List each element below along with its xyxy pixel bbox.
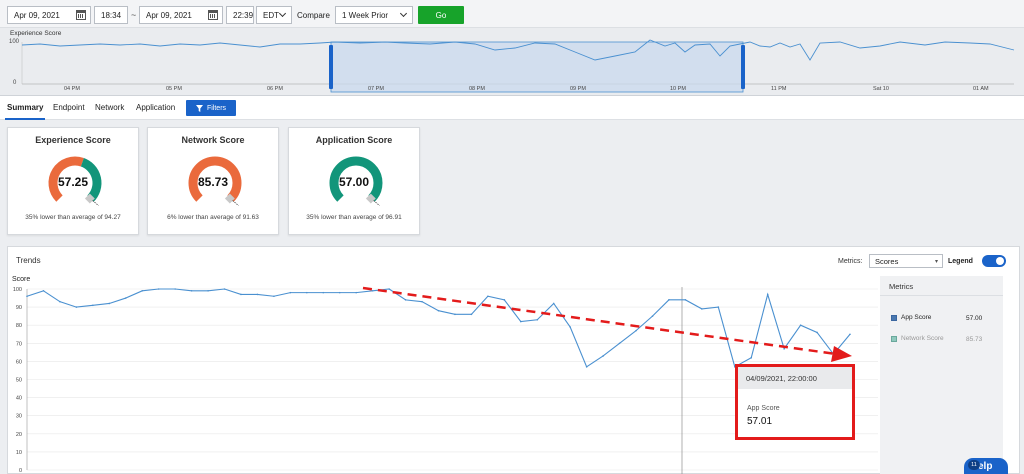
data-point: [338, 291, 341, 294]
data-point: [273, 295, 275, 298]
side-metric-app-score[interactable]: App Score: [891, 314, 931, 321]
data-point: [536, 318, 539, 321]
data-point: [256, 293, 259, 296]
side-metric-label: App Score: [901, 314, 932, 321]
data-point: [849, 333, 851, 336]
data-point: [388, 288, 390, 290]
chart-tooltip: 04/09/2021, 22:00:00 App Score 57.01: [735, 364, 855, 440]
data-point: [651, 315, 654, 317]
data-point: [26, 295, 28, 298]
trend-annotation-arrow-line: [362, 286, 837, 356]
y-tick-label: 60: [16, 359, 22, 365]
data-point: [668, 299, 670, 301]
timeline-tick: 01 AM: [973, 86, 989, 92]
legend-toggle[interactable]: [982, 255, 1006, 267]
legend-swatch: [891, 335, 897, 342]
data-point: [717, 306, 720, 308]
metrics-select[interactable]: Scores ▾: [869, 254, 943, 268]
data-point: [92, 304, 94, 307]
y-tick-label: 0: [19, 468, 22, 474]
data-point: [635, 329, 637, 332]
caret-down-icon: ▾: [934, 259, 938, 265]
side-metric-value: 57.00: [966, 315, 983, 322]
data-point: [355, 291, 358, 294]
y-tick-label: 80: [16, 323, 22, 329]
data-point: [124, 297, 127, 299]
data-point: [157, 288, 160, 290]
data-point: [585, 366, 588, 368]
data-point: [701, 308, 703, 310]
data-point: [75, 306, 78, 308]
data-point: [421, 300, 423, 303]
data-point: [306, 291, 308, 294]
trend-annotation-arrowhead: [831, 346, 852, 362]
metrics-side-panel: [880, 276, 1003, 474]
y-tick-label: 70: [16, 341, 22, 347]
data-point: [503, 299, 506, 301]
data-point: [816, 331, 818, 334]
data-point: [322, 291, 325, 294]
data-point: [470, 313, 473, 316]
legend-label: Legend: [948, 258, 973, 265]
data-point: [799, 324, 802, 327]
data-point: [223, 288, 226, 290]
data-point: [520, 320, 522, 323]
y-tick-label: 10: [16, 450, 22, 456]
side-metric-label: Network Score: [901, 335, 944, 342]
tooltip-label: App Score: [747, 405, 780, 412]
data-point: [783, 347, 785, 350]
tooltip-value: 57.01: [747, 416, 773, 427]
data-point: [454, 313, 456, 316]
data-point: [766, 293, 769, 296]
y-tick-label: 40: [16, 396, 22, 402]
data-point: [207, 290, 209, 292]
side-metric-value: 85.73: [966, 336, 983, 343]
data-point: [289, 291, 292, 294]
y-axis-ticks: 1009080706050403020100: [13, 287, 22, 474]
data-point: [371, 290, 374, 292]
data-point: [618, 342, 621, 345]
side-panel-title: Metrics: [880, 276, 1003, 296]
tooltip-timestamp: 04/09/2021, 22:00:00: [738, 367, 852, 389]
y-tick-label: 90: [16, 305, 22, 311]
data-point: [569, 326, 571, 328]
data-point: [240, 293, 242, 296]
data-point: [437, 309, 440, 312]
data-point: [141, 290, 144, 292]
data-point: [108, 302, 111, 305]
data-point: [487, 295, 489, 298]
data-point: [750, 356, 753, 359]
y-tick-label: 50: [16, 378, 22, 384]
data-point: [684, 299, 687, 301]
data-point: [552, 302, 555, 305]
y-tick-label: 100: [13, 287, 22, 293]
y-tick-label: 30: [16, 414, 22, 420]
app-score-points: [26, 288, 851, 368]
help-badge: 11: [968, 460, 980, 470]
data-point: [42, 290, 45, 292]
data-point: [404, 299, 407, 301]
data-point: [59, 300, 61, 303]
data-point: [174, 288, 176, 290]
app-score-line: [26, 288, 851, 368]
legend-swatch: [891, 314, 897, 321]
data-point: [602, 355, 604, 357]
side-metric-network-score[interactable]: Network Score: [891, 335, 944, 342]
data-point: [190, 290, 193, 292]
y-tick-label: 20: [16, 432, 22, 438]
